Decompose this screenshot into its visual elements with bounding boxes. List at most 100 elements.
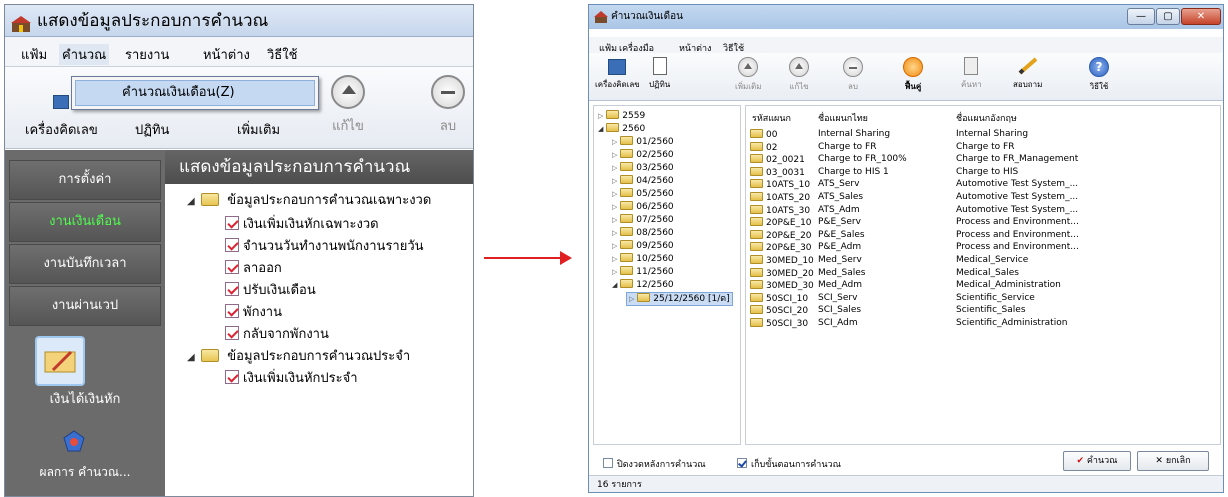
dept-thai-name: ATS_Adm xyxy=(818,204,860,215)
tree-item[interactable]: ลาออก xyxy=(225,260,282,278)
menu-calculate[interactable]: คำนวณ xyxy=(59,44,110,65)
edit-button[interactable]: แก้ไข xyxy=(331,75,365,136)
tree-month[interactable]: ▷ 04/2560 xyxy=(612,175,674,187)
tree-year[interactable]: ◢ 2560 xyxy=(598,123,645,135)
dept-english-name: Automotive Test System_... xyxy=(956,179,1079,190)
dept-code: 10ATS_30 xyxy=(766,205,811,216)
checklist-icon xyxy=(225,304,239,318)
calculate-button[interactable]: ✔ คำนวณ xyxy=(1063,451,1131,471)
checkbox-checked-icon[interactable] xyxy=(737,458,747,468)
help-button[interactable]: ? วิธีใช้ xyxy=(1089,57,1109,93)
expand-icon[interactable]: ▷ xyxy=(598,112,603,120)
edit-button[interactable]: แก้ไข xyxy=(789,57,809,93)
tree-month[interactable]: ▷ 02/2560 xyxy=(612,149,674,161)
tree-month[interactable]: ▷ 05/2560 xyxy=(612,188,674,200)
tree-month[interactable]: ▷ 03/2560 xyxy=(612,162,674,174)
calculator-icon xyxy=(608,59,627,75)
edit-icon xyxy=(331,75,365,109)
dept-code: 02 xyxy=(766,142,778,153)
tree-month[interactable]: ▷ 01/2560 xyxy=(612,136,674,148)
dept-thai-name: SCI_Adm xyxy=(818,318,858,328)
menu-help[interactable]: วิธีใช้ xyxy=(267,44,297,65)
nav-calculation-result[interactable]: ผลการ คำนวณ... xyxy=(5,464,165,480)
dept-english-name: Scientific_Administration xyxy=(956,318,1068,328)
tree-item[interactable]: เงินเพิ่มเงินหักเฉพาะงวด xyxy=(225,216,379,234)
nav-time-record[interactable]: งานบันทึกเวลา xyxy=(9,244,161,284)
menu-item-calculate-salary[interactable]: คำนวณเงินเดือน(Z) xyxy=(75,80,315,106)
tree-month[interactable]: ▷ 06/2560 xyxy=(612,201,674,213)
collapse-icon[interactable]: ◢ xyxy=(598,125,603,133)
dept-english-name: Charge to FR xyxy=(956,141,1015,152)
dept-thai-name: Internal Sharing xyxy=(818,129,891,139)
tree-year[interactable]: ▷ 2559 xyxy=(598,110,645,122)
tree-period-selected[interactable]: ▷ 25/12/2560 [1/ด] xyxy=(626,292,733,306)
tree-month[interactable]: ▷ 07/2560 xyxy=(612,214,674,226)
tree-month[interactable]: ▷ 10/2560 xyxy=(612,253,674,265)
ask-button[interactable]: สอบถาม xyxy=(1013,57,1042,91)
search-icon xyxy=(964,57,979,75)
calculation-result-icon[interactable] xyxy=(63,430,85,452)
dept-english-name: Charge to HIS xyxy=(956,166,1019,177)
tree-item[interactable]: กลับจากพักงาน xyxy=(225,326,329,344)
column-header-thai-name[interactable]: ชื่อแผนกไทย xyxy=(818,114,868,125)
tree-item[interactable]: เงินเพิ่มเงินหักประจำ xyxy=(225,370,358,388)
menu-file[interactable]: แฟ้ม xyxy=(21,44,47,65)
menu-window[interactable]: หน้าต่าง xyxy=(203,44,250,65)
close-button[interactable]: ✕ xyxy=(1181,8,1221,25)
dept-code: 20P&E_30 xyxy=(766,243,812,254)
delete-button[interactable]: ลบ xyxy=(431,75,465,136)
column-header-english-name[interactable]: ชื่อแผนกอังกฤษ xyxy=(956,114,1017,125)
collapse-icon[interactable]: ◢ xyxy=(187,349,197,367)
main-window: แสดงข้อมูลประกอบการคำนวณ แฟ้ม คำนวณ รายง… xyxy=(4,4,474,497)
close-period-checkbox[interactable]: ปิดงวดหลังการคำนวณ xyxy=(603,457,706,471)
dept-thai-name: ATS_Sales xyxy=(818,192,864,202)
nav-income-deduction[interactable]: เงินได้เงินหัก xyxy=(5,388,165,409)
tree-item[interactable]: พักงาน xyxy=(225,304,282,322)
calendar-button[interactable]: ปฏิทิน xyxy=(649,57,670,91)
dept-code: 20P&E_20 xyxy=(766,230,812,241)
pencil-icon xyxy=(1017,57,1039,75)
status-bar: 16 รายการ xyxy=(589,475,1223,492)
restore-button[interactable]: ฟื้นคู่ xyxy=(903,57,923,93)
add-icon xyxy=(738,57,759,77)
keep-steps-checkbox[interactable]: เก็บขั้นตอนการคำนวณ xyxy=(737,457,841,471)
folder-icon xyxy=(750,305,763,315)
column-header-code[interactable]: รหัสแผนก xyxy=(752,114,791,125)
nav-web[interactable]: งานผ่านเวป xyxy=(9,286,161,326)
tree-month[interactable]: ▷ 11/2560 xyxy=(612,266,674,278)
nav-settings[interactable]: การตั้งค่า xyxy=(9,160,161,200)
search-button[interactable]: ค้นหา xyxy=(961,57,982,91)
tree-group-regular[interactable]: ◢ ข้อมูลประกอบการคำนวณประจำ xyxy=(187,348,410,367)
folder-icon xyxy=(606,110,620,119)
add-button[interactable]: เพิ่มเติม xyxy=(735,57,761,93)
maximize-button[interactable]: ▢ xyxy=(1156,8,1180,25)
content-title: แสดงข้อมูลประกอบการคำนวณ xyxy=(165,150,473,184)
tree-item[interactable]: จำนวนวันทำงานพนักงานรายวัน xyxy=(225,238,424,256)
folder-icon xyxy=(620,175,634,184)
folder-icon xyxy=(620,201,634,210)
minimize-button[interactable]: — xyxy=(1127,8,1155,25)
app-icon xyxy=(11,12,31,32)
tree-month[interactable]: ▷ 08/2560 xyxy=(612,227,674,239)
tree-item[interactable]: ปรับเงินเดือน xyxy=(225,282,316,300)
tree-group-period[interactable]: ◢ ข้อมูลประกอบการคำนวณเฉพาะงวด xyxy=(187,192,431,211)
dept-thai-name: Med_Serv xyxy=(818,255,862,265)
period-tree: ▷ 2559 ◢ 2560 ▷ 01/2560 ▷ 02/2560 ▷ 03/2… xyxy=(593,105,741,445)
cancel-button[interactable]: ✕ ยกเลิก xyxy=(1137,451,1209,471)
checklist-icon xyxy=(225,238,239,252)
calculator-button[interactable]: เครื่องคิดเลข xyxy=(595,57,640,91)
collapse-icon[interactable]: ◢ xyxy=(187,193,197,211)
tree-month[interactable]: ◢ 12/2560 xyxy=(612,279,674,291)
menu-report[interactable]: รายงาน xyxy=(125,44,169,65)
income-deduction-icon[interactable] xyxy=(35,336,85,386)
checklist-icon xyxy=(225,370,239,384)
dept-code: 03_0031 xyxy=(766,167,805,178)
delete-button[interactable]: ลบ xyxy=(843,57,863,93)
dept-code: 00 xyxy=(766,130,778,140)
nav-payroll[interactable]: งานเงินเดือน xyxy=(9,202,161,242)
folder-open-icon xyxy=(606,123,620,132)
tree-month[interactable]: ▷ 09/2560 xyxy=(612,240,674,252)
checkbox-icon[interactable] xyxy=(603,458,613,468)
folder-icon xyxy=(750,154,763,164)
dept-thai-name: Med_Sales xyxy=(818,267,866,278)
